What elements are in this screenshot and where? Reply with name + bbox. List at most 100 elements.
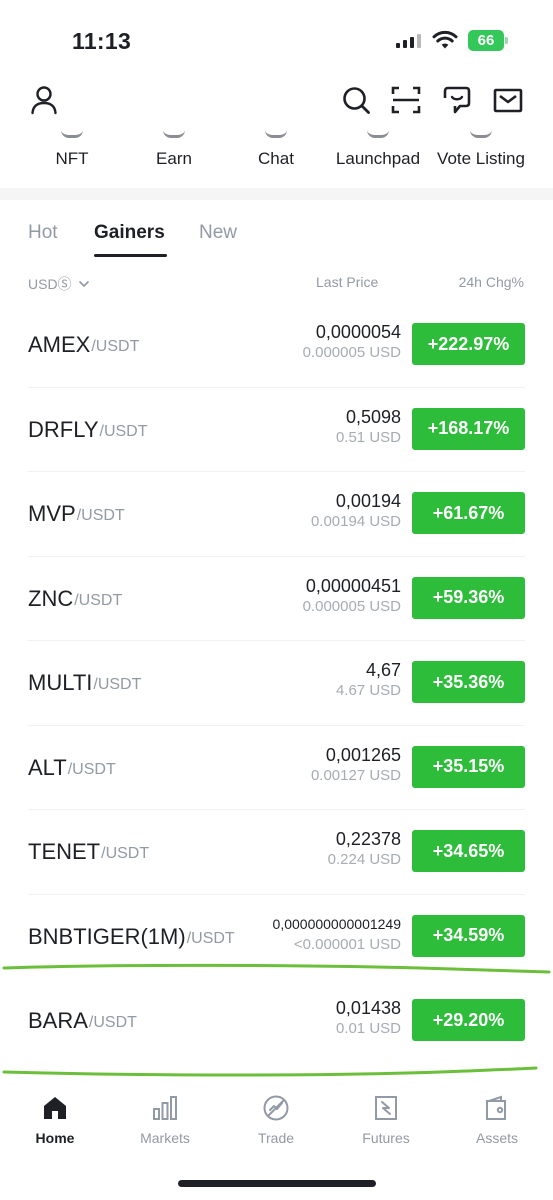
usd-price: 0.000005 USD xyxy=(302,344,401,361)
base-asset: TENET xyxy=(28,839,101,864)
pair-name: MULTI/USDT xyxy=(28,641,141,725)
tab-gainers[interactable]: Gainers xyxy=(94,222,165,244)
quick-nav-nft[interactable]: NFT xyxy=(42,126,102,188)
chat-icon xyxy=(265,130,287,138)
home-indicator xyxy=(178,1180,376,1187)
section-divider xyxy=(0,188,553,200)
search-icon[interactable] xyxy=(340,84,372,116)
vote-listing-icon xyxy=(470,130,492,138)
change-badge: +222.97% xyxy=(412,323,525,365)
base-asset: MULTI xyxy=(28,670,93,695)
base-asset: BARA xyxy=(28,1008,88,1033)
column-headers: USDⓈ Last Price 24h Chg% xyxy=(0,270,553,296)
nav-label: Futures xyxy=(362,1130,410,1146)
table-row[interactable]: MULTI/USDT 4,67 4.67 USD +35.36% xyxy=(0,641,553,726)
table-row[interactable]: ALT/USDT 0,001265 0.00127 USD +35.15% xyxy=(0,726,553,810)
quick-nav-launchpad[interactable]: Launchpad xyxy=(330,126,426,188)
table-row[interactable]: ZNC/USDT 0,00000451 0.000005 USD +59.36% xyxy=(0,557,553,641)
quick-nav-label: Launchpad xyxy=(335,149,421,168)
profile-icon[interactable] xyxy=(28,84,60,116)
usd-price: 0.000005 USD xyxy=(302,597,401,615)
usd-price: 0.224 USD xyxy=(327,851,401,868)
base-asset: ZNC xyxy=(28,585,74,611)
highlight-marker-bottom xyxy=(2,1066,538,1077)
mail-icon[interactable] xyxy=(492,84,524,116)
change-badge: +168.17% xyxy=(412,407,525,450)
quick-nav-label: Earn xyxy=(156,149,192,168)
table-row[interactable]: BNBTIGER(1M)/USDT 0,000000000001249 <0.00… xyxy=(0,895,553,980)
quick-nav-chat[interactable]: Chat xyxy=(246,126,306,188)
quote-asset: /USDT xyxy=(93,676,142,693)
table-row[interactable]: DRFLY/USDT 0,5098 0.51 USD +168.17% xyxy=(0,388,553,472)
usd-price: <0.000001 USD xyxy=(293,935,401,953)
quick-nav-vote-listing[interactable]: Vote Listing xyxy=(430,126,532,188)
base-asset: DRFLY xyxy=(28,416,99,442)
active-tab-indicator xyxy=(94,254,167,257)
futures-icon xyxy=(375,1096,397,1120)
base-asset: AMEX xyxy=(28,332,91,357)
nav-trade[interactable]: Trade xyxy=(221,1094,331,1146)
table-row[interactable]: TENET/USDT 0,22378 0.224 USD +34.65% xyxy=(0,810,553,895)
tab-hot[interactable]: Hot xyxy=(28,222,58,244)
price-cell: 0,00000451 0.000005 USD xyxy=(303,575,401,617)
cellular-signal-icon xyxy=(396,33,421,48)
nav-markets[interactable]: Markets xyxy=(110,1094,220,1146)
change-header[interactable]: 24h Chg% xyxy=(459,274,524,290)
last-price: 0,00000451 xyxy=(305,575,401,596)
earn-icon xyxy=(163,130,185,138)
wifi-icon xyxy=(432,30,458,49)
quick-nav-label: NFT xyxy=(55,149,89,168)
table-row[interactable]: MVP/USDT 0,00194 0.00194 USD +61.67% xyxy=(0,472,553,557)
status-time: 11:13 xyxy=(72,28,132,54)
top-toolbar xyxy=(0,80,553,126)
last-price: 0,000000000001249 xyxy=(272,915,401,932)
pair-name: ALT/USDT xyxy=(28,726,116,810)
pair-name: ZNC/USDT xyxy=(28,557,122,641)
quick-nav-label: Chat xyxy=(258,149,294,168)
nav-label: Assets xyxy=(475,1130,518,1146)
price-cell: 4,67 4.67 USD xyxy=(336,659,401,701)
usd-price: 0.51 USD xyxy=(335,428,401,446)
table-row[interactable]: AMEX/USDT 0,0000054 0.000005 USD +222.97% xyxy=(0,303,553,388)
nav-label: Trade xyxy=(257,1130,295,1146)
price-cell: 0,22378 0.224 USD xyxy=(328,828,401,870)
quote-asset: /USDT xyxy=(186,929,235,947)
last-price: 0,001265 xyxy=(325,744,401,765)
change-badge: +34.59% xyxy=(412,914,525,957)
battery-icon: 66 xyxy=(468,30,508,51)
quote-asset-selector[interactable]: USDⓈ xyxy=(28,274,90,294)
scan-icon[interactable] xyxy=(390,84,422,116)
pair-name: MVP/USDT xyxy=(28,472,125,556)
nav-home[interactable]: Home xyxy=(0,1094,110,1146)
launchpad-icon xyxy=(367,130,389,138)
bottom-nav: Home Markets Trade Futures Assets xyxy=(0,1084,553,1164)
nav-futures[interactable]: Futures xyxy=(331,1094,441,1146)
quick-nav-earn[interactable]: Earn xyxy=(144,126,204,188)
usd-price: 0.01 USD xyxy=(335,1020,401,1037)
nft-icon xyxy=(61,130,83,138)
bar-chart-icon xyxy=(153,1096,177,1120)
quote-asset: /USDT xyxy=(76,507,125,524)
nav-assets[interactable]: Assets xyxy=(442,1094,552,1146)
price-cell: 0,01438 0.01 USD xyxy=(336,997,401,1039)
change-badge: +35.15% xyxy=(412,745,525,788)
quick-nav-label: Vote Listing xyxy=(437,149,525,168)
usd-price: 0.00127 USD xyxy=(310,766,401,784)
last-price-header[interactable]: Last Price xyxy=(316,274,378,290)
support-chat-icon[interactable] xyxy=(441,84,473,116)
tab-new[interactable]: New xyxy=(199,222,237,244)
quote-asset: /USDT xyxy=(91,338,140,355)
price-cell: 0,001265 0.00127 USD xyxy=(311,744,401,786)
base-asset: MVP xyxy=(28,501,76,526)
market-tabs: Hot Gainers New xyxy=(0,212,553,258)
quote-asset: /USDT xyxy=(101,845,150,862)
change-badge: +61.67% xyxy=(412,492,525,534)
battery-level: 66 xyxy=(468,30,504,51)
change-badge: +35.36% xyxy=(412,661,525,703)
status-bar: 11:13 66 xyxy=(0,0,553,80)
base-asset: BNBTIGER(1M) xyxy=(28,923,186,949)
last-price: 0,22378 xyxy=(335,829,401,849)
pair-name: BNBTIGER(1M)/USDT xyxy=(28,895,235,979)
table-row[interactable]: BARA/USDT 0,01438 0.01 USD +29.20% xyxy=(0,979,553,1064)
price-cell: 0,00194 0.00194 USD xyxy=(311,490,401,532)
